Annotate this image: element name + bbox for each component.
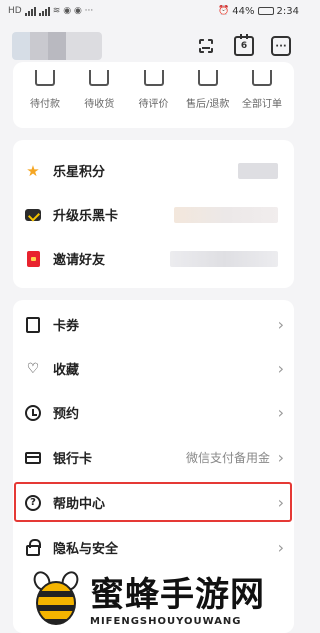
- orders-card: 待付款 待收货 待评价 售后/退款 全部订单: [13, 62, 294, 128]
- order-label: 待评价: [138, 99, 169, 110]
- menu-item-favorites[interactable]: ♡ 收藏 ›: [13, 346, 294, 391]
- vip-value-redacted: [174, 206, 278, 223]
- order-label: 待付款: [30, 99, 60, 110]
- points-value-redacted: [238, 162, 278, 179]
- menu-item-reservations[interactable]: 预约 ›: [13, 390, 294, 435]
- chevron-right-icon: ›: [277, 538, 284, 557]
- menu-label: 隐私与安全: [53, 542, 119, 557]
- calendar-icon[interactable]: 6: [234, 34, 254, 56]
- chevron-right-icon: ›: [277, 315, 284, 334]
- ticket-icon: [25, 316, 41, 333]
- chevron-right-icon: ›: [277, 359, 284, 378]
- menu-label: 卡券: [53, 319, 80, 334]
- order-label: 全部订单: [242, 99, 282, 110]
- menu-item-coupons[interactable]: 卡券 ›: [13, 302, 294, 347]
- chevron-right-icon: ›: [277, 448, 284, 467]
- order-refund[interactable]: 售后/退款: [182, 62, 234, 128]
- order-pending-receipt[interactable]: 待收货: [73, 62, 125, 128]
- gift-icon: [25, 250, 41, 267]
- points-label: 升级乐黑卡: [53, 209, 119, 224]
- refund-icon: [197, 70, 218, 86]
- invite-value-redacted: [170, 250, 278, 267]
- points-card: ★ 乐星积分 升级乐黑卡 邀请好友: [13, 140, 294, 288]
- orders-icon: [252, 70, 272, 86]
- points-label: 乐星积分: [53, 165, 106, 180]
- wifi-icon: ≋: [52, 6, 61, 16]
- menu-item-bank-card[interactable]: 银行卡 微信支付备用金 ›: [13, 435, 294, 480]
- chevron-right-icon: ›: [277, 403, 284, 422]
- notification-icons: ◉ ◉ ···: [63, 6, 94, 16]
- scan-icon[interactable]: [196, 36, 216, 56]
- vip-card-icon: [25, 207, 41, 223]
- points-row-invite[interactable]: 邀请好友: [13, 236, 294, 281]
- bee-logo-icon: [28, 567, 84, 627]
- bank-card-icon: [25, 450, 41, 466]
- points-row-stars[interactable]: ★ 乐星积分: [13, 148, 294, 193]
- watermark-subtitle: MIFENGSHOUYOUWANG: [90, 615, 242, 627]
- menu-label: 收藏: [53, 363, 80, 378]
- menu-label: 银行卡: [53, 452, 93, 467]
- points-row-vip[interactable]: 升级乐黑卡: [13, 192, 294, 237]
- points-label: 邀请好友: [53, 253, 106, 268]
- wallet-icon: [35, 70, 55, 86]
- watermark: 蜜蜂手游网 MIFENGSHOUYOUWANG: [0, 560, 307, 633]
- menu-label: 预约: [53, 407, 80, 422]
- signal-2-icon: [38, 6, 50, 16]
- message-icon[interactable]: ···: [271, 36, 291, 56]
- battery-icon: [257, 7, 274, 15]
- order-pending-review[interactable]: 待评价: [128, 62, 180, 128]
- status-bar: HD ≋ ◉ ◉ ··· ⏰ 44% 2:34: [0, 0, 307, 22]
- calendar-day: 6: [240, 41, 248, 51]
- help-center-highlight: [14, 482, 292, 522]
- bank-card-value: 微信支付备用金: [185, 451, 270, 465]
- order-label: 待收货: [84, 99, 115, 110]
- watermark-title: 蜜蜂手游网: [90, 574, 265, 615]
- alarm-icon: ⏰: [218, 6, 230, 16]
- star-icon: ★: [26, 161, 40, 180]
- order-pending-payment[interactable]: 待付款: [19, 62, 71, 128]
- clock-icon: [25, 404, 41, 421]
- order-label: 售后/退款: [186, 99, 230, 110]
- truck-icon: [89, 70, 110, 86]
- heart-icon: ♡: [26, 360, 40, 377]
- signal-icon: [24, 6, 36, 16]
- carrier-label: HD: [8, 6, 22, 16]
- comment-icon: [143, 70, 164, 86]
- order-all[interactable]: 全部订单: [236, 62, 288, 128]
- lock-icon: [25, 538, 41, 556]
- avatar[interactable]: [12, 32, 102, 60]
- battery-percent: 44%: [232, 5, 255, 17]
- clock-time: 2:34: [276, 5, 299, 17]
